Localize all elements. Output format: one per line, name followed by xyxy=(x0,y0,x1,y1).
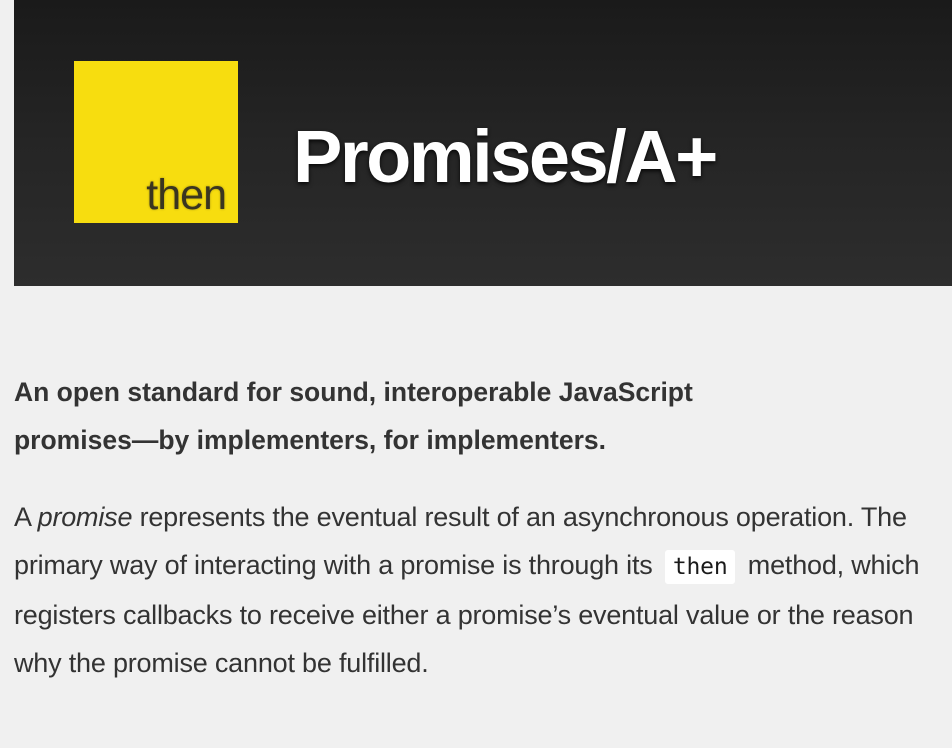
site-title: Promises/A+ xyxy=(293,115,718,198)
intro-paragraph: A promise represents the eventual result… xyxy=(14,493,944,687)
site-header: then Promises/A+ xyxy=(14,0,952,286)
intro-text-1: A xyxy=(14,502,38,532)
logo-text: then xyxy=(146,171,227,219)
then-logo[interactable]: then xyxy=(74,61,238,223)
tagline-line-2: promises—by implementers, for implemente… xyxy=(14,425,607,455)
tagline-line-1: An open standard for sound, interoperabl… xyxy=(14,377,693,407)
tagline: An open standard for sound, interoperabl… xyxy=(14,368,914,464)
promise-term: promise xyxy=(37,502,133,532)
then-code: then xyxy=(664,550,736,584)
